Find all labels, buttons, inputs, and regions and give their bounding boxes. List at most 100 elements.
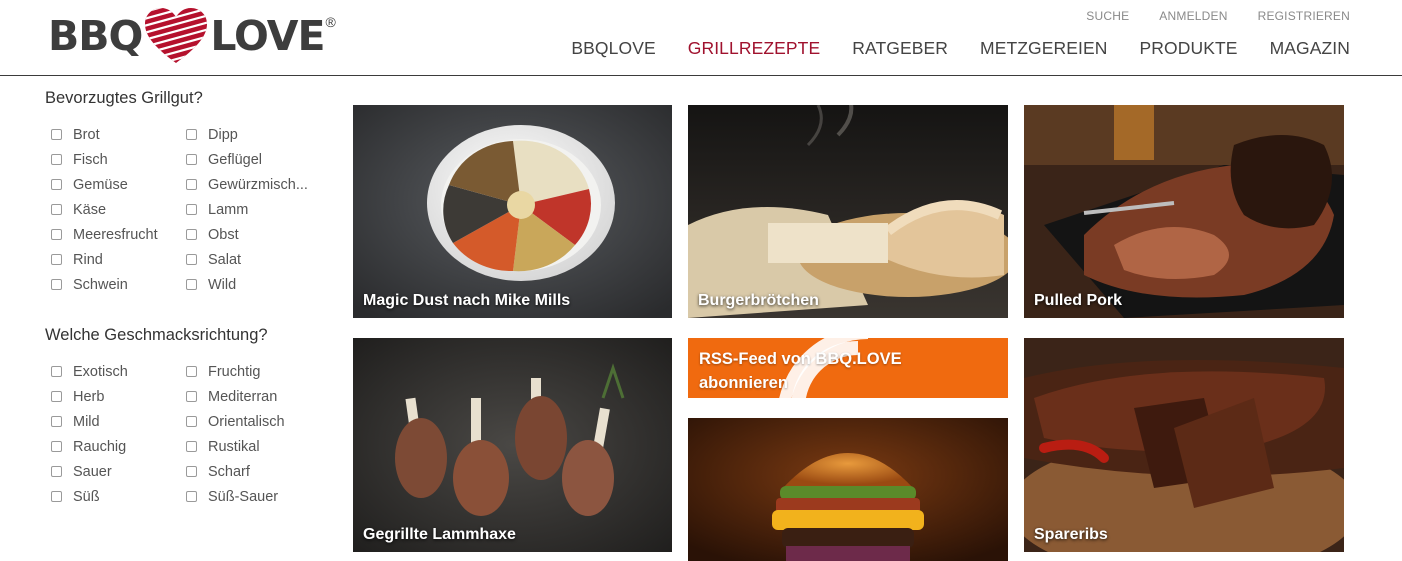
filter-title-grillgut: Bevorzugtes Grillgut? xyxy=(45,89,203,107)
burger-image xyxy=(688,418,1008,561)
checkbox[interactable] xyxy=(186,254,197,265)
main-nav-magazin[interactable]: MAGAZIN xyxy=(1270,38,1350,59)
filter-option[interactable]: Fisch xyxy=(51,147,186,172)
checkbox[interactable] xyxy=(51,466,62,477)
tile-caption: Gegrillte Lammhaxe xyxy=(363,526,516,543)
filter-option[interactable]: Salat xyxy=(186,247,326,272)
recipe-tile-spareribs[interactable]: Spareribs xyxy=(1024,338,1344,552)
filter-option[interactable]: Rustikal xyxy=(186,434,326,459)
checkbox[interactable] xyxy=(51,491,62,502)
filter-option-label: Rauchig xyxy=(73,438,127,455)
filter-option[interactable]: Geflügel xyxy=(186,147,326,172)
spareribs-image xyxy=(1024,338,1344,552)
checkbox[interactable] xyxy=(51,154,62,165)
filter-option[interactable]: Rind xyxy=(51,247,186,272)
checkbox[interactable] xyxy=(51,441,62,452)
filter-option-label: Orientalisch xyxy=(208,413,285,430)
main-nav: BBQLOVE GRILLREZEPTE RATGEBER METZGEREIE… xyxy=(571,38,1350,59)
main-nav-bbqlove[interactable]: BBQLOVE xyxy=(571,38,655,59)
checkbox[interactable] xyxy=(186,179,197,190)
main-nav-grillrezepte[interactable]: GRILLREZEPTE xyxy=(688,38,820,59)
filter-option-label: Obst xyxy=(208,226,239,243)
checkbox[interactable] xyxy=(186,491,197,502)
main-nav-metzgereien[interactable]: METZGEREIEN xyxy=(980,38,1108,59)
recipe-filters: Bevorzugtes Grillgut? Brot Dipp Fisch Ge… xyxy=(45,89,335,535)
logo-text-left: BBQ xyxy=(48,11,143,60)
tile-caption: Spareribs xyxy=(1034,526,1108,543)
util-nav-anmelden[interactable]: ANMELDEN xyxy=(1159,9,1227,23)
filter-option[interactable]: Sauer xyxy=(51,459,186,484)
filter-option-label: Salat xyxy=(208,251,242,268)
filter-option[interactable]: Mild xyxy=(51,409,186,434)
registered-mark: ® xyxy=(325,14,336,30)
filter-option[interactable]: Exotisch xyxy=(51,359,186,384)
filter-option[interactable]: Gewürzmisch... xyxy=(186,172,326,197)
filter-option[interactable]: Brot xyxy=(51,122,186,147)
tile-caption: Burgerbrötchen xyxy=(698,292,819,309)
filter-option-label: Herb xyxy=(73,388,105,405)
recipe-tile-pulled-pork[interactable]: Pulled Pork xyxy=(1024,105,1344,318)
filter-option-label: Dipp xyxy=(208,126,238,143)
filter-option[interactable]: Scharf xyxy=(186,459,326,484)
recipe-tile-magic-dust[interactable]: Magic Dust nach Mike Mills xyxy=(353,105,672,318)
filter-option-label: Fruchtig xyxy=(208,363,261,380)
checkbox[interactable] xyxy=(51,279,62,290)
checkbox[interactable] xyxy=(51,129,62,140)
filter-option[interactable]: Meeresfrucht xyxy=(51,222,186,247)
filter-option-label: Exotisch xyxy=(73,363,128,380)
filter-option[interactable]: Süß xyxy=(51,484,186,509)
checkbox[interactable] xyxy=(51,366,62,377)
recipe-tile-burgerbroetchen[interactable]: Burgerbrötchen xyxy=(688,105,1008,318)
filter-option-label: Gewürzmisch... xyxy=(208,176,308,193)
filter-option[interactable]: Dipp xyxy=(186,122,326,147)
filter-option[interactable]: Käse xyxy=(51,197,186,222)
filter-option[interactable]: Lamm xyxy=(186,197,326,222)
checkbox[interactable] xyxy=(186,366,197,377)
checkbox[interactable] xyxy=(51,254,62,265)
filter-option[interactable]: Fruchtig xyxy=(186,359,326,384)
util-nav-suche[interactable]: SUCHE xyxy=(1086,9,1129,23)
checkbox[interactable] xyxy=(186,441,197,452)
checkbox[interactable] xyxy=(186,229,197,240)
filter-option[interactable]: Rauchig xyxy=(51,434,186,459)
filter-option-label: Mediterran xyxy=(208,388,278,405)
filter-option-label: Sauer xyxy=(73,463,112,480)
checkbox[interactable] xyxy=(51,416,62,427)
checkbox[interactable] xyxy=(51,179,62,190)
checkbox[interactable] xyxy=(51,229,62,240)
filter-option[interactable]: Süß-Sauer xyxy=(186,484,326,509)
filter-option-label: Geflügel xyxy=(208,151,263,168)
site-header: BBQ LOVE ® SUCHE ANMELDEN REGISTRIEREN B… xyxy=(0,0,1402,76)
filter-group-geschmack: Welche Geschmacksrichtung? Exotisch Fruc… xyxy=(45,326,335,509)
filter-option-label: Brot xyxy=(73,126,100,143)
filter-option[interactable]: Gemüse xyxy=(51,172,186,197)
filter-option[interactable]: Wild xyxy=(186,272,326,297)
checkbox[interactable] xyxy=(186,391,197,402)
main-nav-ratgeber[interactable]: RATGEBER xyxy=(852,38,948,59)
filter-option-label: Mild xyxy=(73,413,100,430)
main-nav-produkte[interactable]: PRODUKTE xyxy=(1140,38,1238,59)
site-logo[interactable]: BBQ LOVE ® xyxy=(48,6,336,66)
filter-option[interactable]: Obst xyxy=(186,222,326,247)
checkbox[interactable] xyxy=(186,129,197,140)
rss-label: RSS-Feed von BBQ.LOVE abonnieren xyxy=(699,350,902,392)
filter-option[interactable]: Mediterran xyxy=(186,384,326,409)
recipe-tile-burger[interactable] xyxy=(688,418,1008,561)
checkbox[interactable] xyxy=(186,279,197,290)
checkbox[interactable] xyxy=(186,466,197,477)
filter-option[interactable]: Orientalisch xyxy=(186,409,326,434)
recipe-tile-lammhaxe[interactable]: Gegrillte Lammhaxe xyxy=(353,338,672,552)
checkbox[interactable] xyxy=(186,154,197,165)
checkbox[interactable] xyxy=(51,391,62,402)
checkbox[interactable] xyxy=(186,204,197,215)
checkbox[interactable] xyxy=(186,416,197,427)
tile-caption: Pulled Pork xyxy=(1034,292,1123,309)
filter-option[interactable]: Schwein xyxy=(51,272,186,297)
logo-text-right: LOVE xyxy=(210,11,325,60)
magic-dust-image xyxy=(353,105,672,318)
checkbox[interactable] xyxy=(51,204,62,215)
util-nav-registrieren[interactable]: REGISTRIEREN xyxy=(1258,9,1350,23)
filter-option[interactable]: Herb xyxy=(51,384,186,409)
rss-feed-banner[interactable]: RSS-Feed von BBQ.LOVE abonnieren xyxy=(688,338,1008,398)
filter-option-label: Rustikal xyxy=(208,438,260,455)
